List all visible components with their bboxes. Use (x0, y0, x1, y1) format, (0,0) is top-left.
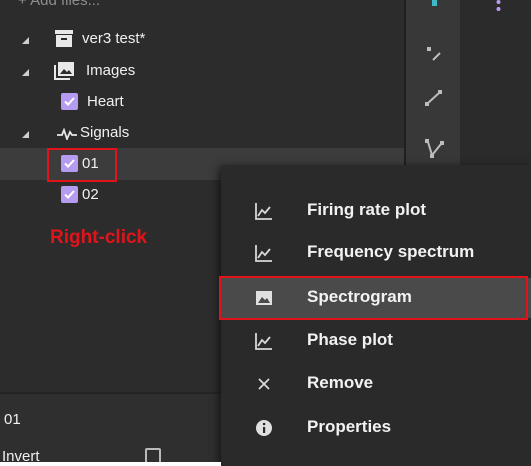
checkbox-checked-icon[interactable] (61, 93, 78, 110)
tree-item-label: 02 (82, 186, 99, 203)
pen-tool-icon[interactable] (424, 44, 444, 69)
line-chart-icon (255, 332, 273, 350)
window-bottom-edge (0, 462, 221, 466)
polyline-tool-icon[interactable] (424, 138, 446, 165)
menu-item-label: Properties (307, 417, 392, 436)
menu-item-remove[interactable]: Remove (221, 364, 531, 404)
menu-item-properties[interactable]: Properties (221, 408, 531, 448)
menu-item-label: Phase plot (307, 330, 393, 349)
tree-item-label: Signals (80, 124, 130, 141)
tree-item-signals[interactable]: Signals (0, 118, 404, 148)
more-options-icon[interactable] (496, 0, 501, 15)
annotation-highlight-box (219, 276, 528, 320)
waveform-icon (57, 127, 77, 144)
tree-item-project[interactable]: ver3 test* (0, 24, 404, 54)
expand-caret-icon[interactable] (22, 69, 29, 76)
info-icon (255, 419, 273, 437)
close-icon (255, 375, 273, 393)
archive-icon (55, 30, 73, 51)
menu-item-label: Firing rate plot (307, 200, 426, 219)
expand-caret-icon[interactable] (22, 37, 29, 44)
tree-item-label: Heart (87, 93, 124, 110)
annotation-label: Right-click (50, 227, 148, 248)
menu-item-label: Remove (307, 373, 374, 392)
line-tool-icon[interactable] (424, 88, 444, 113)
active-tool-indicator (432, 0, 437, 6)
tree-item-label: Images (86, 62, 136, 79)
menu-item-frequency-spectrum[interactable]: Frequency spectrum (221, 233, 531, 273)
menu-item-phase-plot[interactable]: Phase plot (221, 321, 531, 361)
annotation-highlight-box (47, 148, 117, 182)
properties-title: 01 (4, 411, 21, 428)
add-files-button[interactable]: + Add files... (18, 0, 100, 9)
tree-item-images[interactable]: Images (0, 56, 404, 86)
menu-item-label: Frequency spectrum (307, 242, 475, 261)
checkbox-checked-icon[interactable] (61, 186, 78, 203)
image-collection-icon (54, 62, 74, 84)
line-chart-icon (255, 202, 273, 220)
menu-item-firing-rate-plot[interactable]: Firing rate plot (221, 191, 531, 231)
expand-caret-icon[interactable] (22, 131, 29, 138)
tree-item-label: ver3 test* (82, 30, 146, 47)
line-chart-icon (255, 244, 273, 262)
tree-item-heart[interactable]: Heart (0, 87, 404, 117)
